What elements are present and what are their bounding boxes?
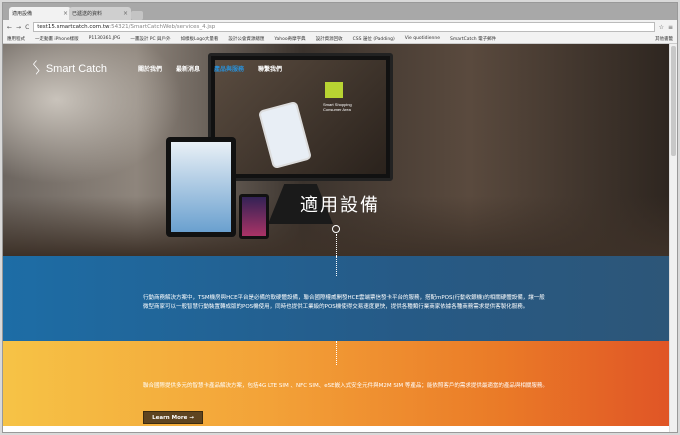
tablet-image — [166, 137, 236, 237]
star-icon[interactable]: ☆ — [659, 24, 664, 31]
browser-window: 適用設備 × 已遞送的資料 × ← → C test15.smartcatch.com.… — [2, 2, 678, 433]
bookmark[interactable]: Vie quotidienne — [405, 36, 440, 41]
reload-icon[interactable]: C — [25, 24, 29, 31]
tab-title: 已遞送的資料 — [72, 11, 103, 17]
learn-more-button[interactable]: Learn More → — [143, 411, 203, 424]
scrollbar[interactable] — [669, 44, 677, 432]
bookmark[interactable]: 應用程式 — [7, 36, 25, 42]
screen-text: Smart Shopping Consumer Area — [323, 102, 352, 113]
section-orange: 聯合國際提供多元的智慧卡產品解決方案，包括4G LTE SIM 、NFC SIM… — [3, 341, 669, 426]
forward-icon[interactable]: → — [16, 24, 21, 31]
back-icon[interactable]: ← — [7, 24, 12, 31]
section-blue: 行動商務解決方案中，TSM機房與HCE平台是必備的軟硬體設備，聯合國際權威開發H… — [3, 256, 669, 341]
close-icon[interactable]: × — [123, 10, 128, 17]
phone-image — [239, 194, 269, 239]
logo-text: Smart Catch — [45, 62, 107, 75]
nav-products[interactable]: 產品與服務 — [214, 64, 244, 73]
nav-about[interactable]: 關於我們 — [138, 64, 162, 73]
tab-active[interactable]: 適用設備 × — [9, 7, 71, 20]
menu-icon[interactable]: ≡ — [668, 24, 673, 31]
hero-banner: ᛊ Smart Catch Smart Shopping Consumer Are… — [3, 44, 669, 256]
tab-strip: 適用設備 × 已遞送的資料 × — [3, 3, 677, 20]
site-logo[interactable]: ᛊ Smart Catch — [31, 58, 107, 79]
bookmark[interactable]: 一走動畫 iPhone樣版 — [35, 36, 79, 42]
bookmark[interactable]: 其他書籤 — [655, 36, 673, 42]
bookmark[interactable]: 設計公會資源總匯 — [228, 36, 264, 42]
toolbar: ← → C test15.smartcatch.com.tw:54321/Smart… — [3, 20, 677, 34]
bookmark[interactable]: CSS 邊位 (Padding) — [353, 36, 395, 42]
nav-news[interactable]: 最新消息 — [176, 64, 200, 73]
bookmark[interactable]: P1130361.JPG — [89, 36, 121, 41]
main-nav: 關於我們 最新消息 產品與服務 聯繫我們 — [138, 64, 282, 73]
logo-icon: ᛊ — [31, 58, 42, 78]
section-text: 聯合國際提供多元的智慧卡產品解決方案，包括4G LTE SIM 、NFC SIM… — [143, 383, 548, 389]
web-page: ᛊ Smart Catch Smart Shopping Consumer Are… — [3, 44, 677, 432]
tab-inactive[interactable]: 已遞送的資料 × — [69, 7, 131, 20]
nav-contact[interactable]: 聯繫我們 — [258, 64, 282, 73]
close-icon[interactable]: × — [63, 10, 68, 17]
bookmark[interactable]: 一畫設計 PC 與戶外 — [130, 36, 170, 42]
section-text: 行動商務解決方案中，TSM機房與HCE平台是必備的軟硬體設備，聯合國際權威開發H… — [143, 295, 545, 310]
page-title: 適用設備 — [300, 195, 380, 216]
url-host: test15.smartcatch.com.tw — [37, 24, 110, 30]
bookmark[interactable]: 設計資源回收 — [316, 36, 343, 42]
bookmarks-bar: 應用程式 一走動畫 iPhone樣版 P1130361.JPG 一畫設計 PC 與戶外… — [3, 34, 677, 44]
scrollbar-thumb[interactable] — [671, 46, 676, 156]
bookmark[interactable]: SmartCatch 電子郵件 — [450, 36, 496, 42]
address-bar[interactable]: test15.smartcatch.com.tw:54321/SmartCatc… — [33, 22, 655, 32]
url-path: :54321/SmartCatchWeb/services_4.jsp — [109, 24, 216, 30]
bookmark[interactable]: 如樣板Logo大量看 — [181, 36, 219, 42]
tab-title: 適用設備 — [12, 11, 33, 17]
new-tab-button[interactable] — [131, 11, 143, 20]
circle-icon — [332, 225, 340, 233]
bookmark[interactable]: Yahoo奇摩字典 — [274, 36, 305, 42]
